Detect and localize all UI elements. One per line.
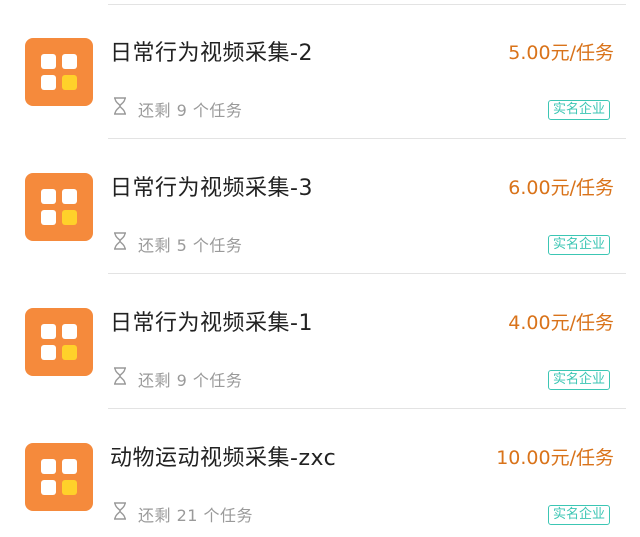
task-title: 日常行为视频采集-2 — [110, 41, 313, 66]
verified-enterprise-badge: 实名企业 — [547, 100, 610, 120]
remaining-count: 还剩 9 个任务 — [138, 101, 243, 120]
app-grid-icon — [25, 308, 93, 376]
app-grid-icon — [25, 173, 93, 241]
task-title: 动物运动视频采集-zxc — [110, 446, 337, 471]
verified-enterprise-badge: 实名企业 — [547, 370, 610, 390]
hourglass-icon — [114, 97, 126, 115]
remaining-count: 还剩 5 个任务 — [138, 236, 243, 255]
verified-enterprise-badge: 实名企业 — [547, 235, 610, 255]
hourglass-icon — [114, 367, 126, 385]
divider — [108, 408, 626, 409]
task-price: 6.00元/任务 — [508, 177, 614, 199]
task-title: 日常行为视频采集-3 — [110, 176, 313, 201]
app-grid-icon — [25, 38, 93, 106]
hourglass-icon — [114, 232, 126, 250]
task-price: 10.00元/任务 — [496, 447, 614, 469]
task-title: 日常行为视频采集-1 — [110, 311, 313, 336]
task-price: 4.00元/任务 — [508, 312, 614, 334]
remaining-count: 还剩 9 个任务 — [138, 371, 243, 390]
task-list: 日常行为视频采集-2 5.00元/任务 还剩 9 个任务 实名企业 日常行为视频… — [0, 0, 640, 537]
verified-enterprise-badge: 实名企业 — [547, 505, 610, 525]
app-grid-icon — [25, 443, 93, 511]
task-row[interactable]: 日常行为视频采集-2 5.00元/任务 还剩 9 个任务 实名企业 — [0, 5, 640, 139]
task-price: 5.00元/任务 — [508, 42, 614, 64]
hourglass-icon — [114, 502, 126, 520]
task-row[interactable]: 动物运动视频采集-zxc 10.00元/任务 还剩 21 个任务 实名企业 — [0, 410, 640, 537]
task-row[interactable]: 日常行为视频采集-3 6.00元/任务 还剩 5 个任务 实名企业 — [0, 140, 640, 274]
divider — [108, 138, 626, 139]
remaining-count: 还剩 21 个任务 — [138, 506, 254, 525]
task-row[interactable]: 日常行为视频采集-1 4.00元/任务 还剩 9 个任务 实名企业 — [0, 275, 640, 409]
divider — [108, 273, 626, 274]
